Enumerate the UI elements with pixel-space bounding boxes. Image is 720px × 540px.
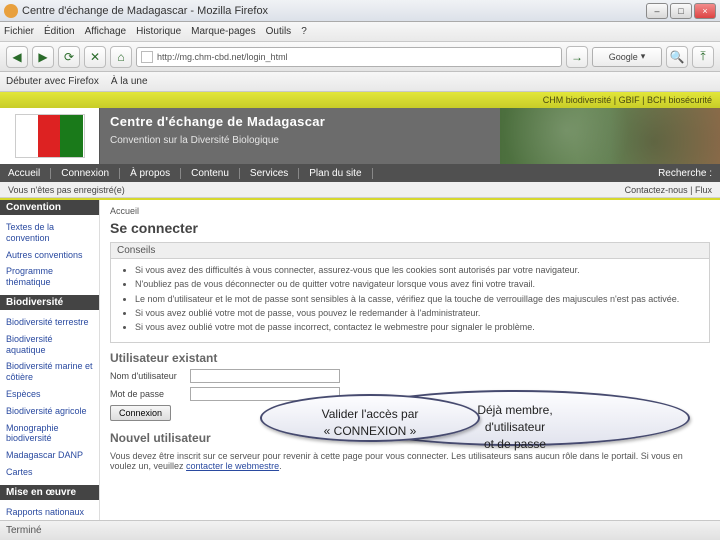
menu-file[interactable]: Fichier — [4, 26, 34, 37]
advice-box: Conseils Si vous avez des difficultés à … — [110, 242, 710, 343]
minimize-button[interactable]: – — [646, 3, 668, 19]
username-input[interactable] — [190, 369, 340, 383]
new-user-text: Vous devez être inscrit sur ce serveur p… — [110, 451, 710, 471]
page-title: Se connecter — [110, 220, 710, 236]
window-titlebar: Centre d'échange de Madagascar - Mozilla… — [0, 0, 720, 22]
sidebar-head-biodiversite: Biodiversité — [0, 295, 99, 310]
bookmark-getting-started[interactable]: Débuter avec Firefox — [6, 76, 99, 87]
banner-image — [500, 108, 720, 164]
main-panel: Accueil Se connecter Conseils Si vous av… — [100, 200, 720, 520]
bookmarks-toolbar: Débuter avec Firefox À la une — [0, 72, 720, 92]
advice-item: Si vous avez des difficultés à vous conn… — [135, 265, 699, 276]
advice-head: Conseils — [111, 243, 709, 259]
site-banner: Centre d'échange de Madagascar Conventio… — [0, 108, 720, 164]
nav-accueil[interactable]: Accueil — [8, 168, 51, 179]
page-content: CHM biodiversité | GBIF | BCH biosécurit… — [0, 92, 720, 520]
advice-item: Le nom d'utilisateur et le mot de passe … — [135, 294, 699, 305]
url-bar[interactable]: http://mg.chm-cbd.net/login_html — [136, 47, 562, 67]
url-text: http://mg.chm-cbd.net/login_html — [157, 52, 288, 62]
menu-tools[interactable]: Outils — [266, 26, 292, 37]
menu-bookmarks[interactable]: Marque-pages — [191, 26, 255, 37]
nav-connexion[interactable]: Connexion — [61, 168, 120, 179]
sidebar-item[interactable]: Autres conventions — [0, 247, 99, 264]
reload-button[interactable]: ⟳ — [58, 46, 80, 68]
search-engine-dropdown[interactable]: Google▾ — [592, 47, 662, 67]
chevron-down-icon: ▾ — [641, 51, 646, 62]
sidebar-item[interactable]: Biodiversité marine et côtière — [0, 358, 99, 386]
top-links[interactable]: CHM biodiversité | GBIF | BCH biosécurit… — [0, 92, 720, 108]
home-button[interactable]: ⌂ — [110, 46, 132, 68]
go-button[interactable]: → — [566, 46, 588, 68]
advice-item: Si vous avez oublié votre mot de passe i… — [135, 322, 699, 333]
sidebar-item[interactable]: Biodiversité aquatique — [0, 331, 99, 359]
sidebar-item[interactable]: Monographie biodiversité — [0, 420, 99, 448]
advice-item: Si vous avez oublié votre mot de passe, … — [135, 308, 699, 319]
navigation-toolbar: ◀ ▶ ⟳ ✕ ⌂ http://mg.chm-cbd.net/login_ht… — [0, 42, 720, 72]
contact-webmaster-link[interactable]: contacter le webmestre — [186, 461, 279, 471]
sidebar-head-miseenoeuvre: Mise en œuvre — [0, 485, 99, 500]
sidebar-item[interactable]: Biodiversité agricole — [0, 403, 99, 420]
sidebar-head-convention: Convention — [0, 200, 99, 215]
back-button[interactable]: ◀ — [6, 46, 28, 68]
status-bar: Terminé — [0, 520, 720, 540]
menu-history[interactable]: Historique — [136, 26, 181, 37]
nav-services[interactable]: Services — [250, 168, 299, 179]
sidebar-item[interactable]: Madagascar DANP — [0, 447, 99, 464]
sidebar-item[interactable]: Biodiversité terrestre — [0, 314, 99, 331]
menu-edit[interactable]: Édition — [44, 26, 75, 37]
bookmark-headlines[interactable]: À la une — [111, 76, 148, 87]
window-title: Centre d'échange de Madagascar - Mozilla… — [22, 5, 646, 17]
menu-help[interactable]: ? — [301, 26, 307, 37]
login-button[interactable]: Connexion — [110, 405, 171, 421]
close-button[interactable]: × — [694, 3, 716, 19]
breadcrumb[interactable]: Accueil — [110, 206, 710, 216]
nav-plan[interactable]: Plan du site — [309, 168, 372, 179]
firefox-icon — [4, 4, 18, 18]
advice-item: N'oubliez pas de vous déconnecter ou de … — [135, 279, 699, 290]
annotation-callout-validate: Valider l'accès par « CONNEXION » — [260, 394, 480, 442]
main-nav: Accueil Connexion À propos Contenu Servi… — [0, 164, 720, 182]
site-title: Centre d'échange de Madagascar — [110, 114, 490, 129]
password-label: Mot de passe — [110, 389, 190, 399]
menu-bar: Fichier Édition Affichage Historique Mar… — [0, 22, 720, 42]
flag-madagascar — [0, 108, 100, 164]
sidebar-item[interactable]: Programme thématique — [0, 263, 99, 291]
menu-view[interactable]: Affichage — [85, 26, 127, 37]
nav-search-label: Recherche : — [658, 168, 712, 179]
nav-contenu[interactable]: Contenu — [191, 168, 240, 179]
fullscreen-button[interactable]: ⤒ — [692, 46, 714, 68]
nav-apropos[interactable]: À propos — [130, 168, 181, 179]
existing-user-heading: Utilisateur existant — [110, 351, 710, 365]
site-subtitle: Convention sur la Diversité Biologique — [110, 135, 490, 146]
search-button[interactable]: 🔍 — [666, 46, 688, 68]
stop-button[interactable]: ✕ — [84, 46, 106, 68]
status-text: Terminé — [6, 525, 42, 536]
sidebar-item[interactable]: Espèces — [0, 386, 99, 403]
sidebar-item[interactable]: Cartes — [0, 464, 99, 481]
contact-links[interactable]: Contactez-nous | Flux — [625, 185, 712, 195]
sidebar-item[interactable]: Textes de la convention — [0, 219, 99, 247]
sidebar: Convention Textes de la convention Autre… — [0, 200, 100, 520]
page-icon — [141, 51, 153, 63]
sidebar-item[interactable]: Rapports nationaux — [0, 504, 99, 520]
forward-button[interactable]: ▶ — [32, 46, 54, 68]
login-status: Vous n'êtes pas enregistré(e) — [8, 185, 125, 195]
username-label: Nom d'utilisateur — [110, 371, 190, 381]
user-status-bar: Vous n'êtes pas enregistré(e) Contactez-… — [0, 182, 720, 198]
maximize-button[interactable]: □ — [670, 3, 692, 19]
